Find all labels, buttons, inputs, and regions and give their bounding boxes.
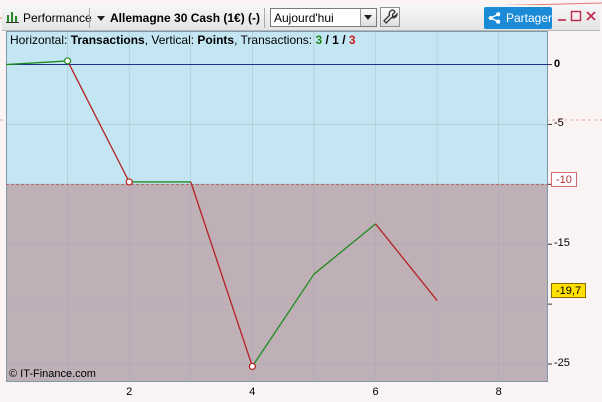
vertical-value: Points (197, 33, 235, 47)
x-tick-label: 6 (372, 386, 379, 398)
trade-marker (63, 57, 72, 65)
performance-chart[interactable] (0, 0, 602, 402)
x-tick-label: 8 (495, 386, 502, 398)
transactions-label: , Transactions: (234, 33, 316, 47)
y-tick-label: -5 (554, 117, 564, 130)
copyright-text: © IT-Finance.com (9, 368, 96, 380)
losing-count: 3 (348, 33, 356, 47)
count-separator: / (322, 33, 333, 47)
horizontal-value: Transactions (70, 33, 145, 47)
x-tick-label: 4 (249, 386, 256, 398)
trade-marker (248, 362, 256, 371)
x-tick-label: 2 (126, 386, 133, 398)
chart-area-above-reference (6, 31, 548, 185)
neutral-count: 1 (332, 33, 339, 47)
y-tick-label: -15 (554, 237, 570, 250)
last-value-tag: -19,7 (551, 283, 587, 298)
trade-marker (125, 178, 133, 186)
chart-header-info: Horizontal: Transactions, Vertical: Poin… (10, 33, 356, 47)
y-tick-label: 0 (554, 57, 561, 70)
y-tick-label: -25 (554, 357, 570, 370)
reference-level-tag: -10 (551, 172, 577, 187)
vertical-label: , Vertical: (144, 33, 198, 47)
count-separator: / (338, 33, 349, 47)
horizontal-label: Horizontal: (10, 33, 71, 47)
chart-area-below-reference (6, 184, 548, 382)
